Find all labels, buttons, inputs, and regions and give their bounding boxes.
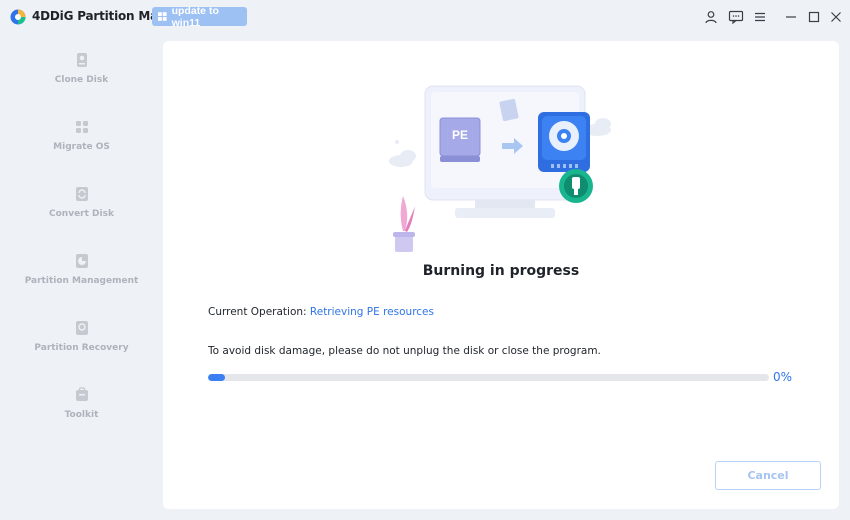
pe-label: PE (452, 128, 468, 142)
minimize-icon[interactable] (783, 9, 799, 25)
convert-disk-icon (75, 187, 88, 201)
progress-bar (208, 374, 769, 381)
sidebar-item-label: Migrate OS (53, 142, 110, 152)
burning-illustration: PE (389, 85, 611, 252)
operation-label: Current Operation: (208, 306, 310, 318)
sidebar-item-convert-disk[interactable]: Convert Disk (0, 185, 163, 235)
toolkit-icon (75, 387, 88, 401)
sidebar-item-migrate-os[interactable]: Migrate OS (0, 118, 163, 168)
title-bar: 4DDiG Partition Manager update to win11 (0, 0, 850, 34)
sidebar-item-partition-recovery[interactable]: Partition Recovery (0, 319, 163, 369)
sidebar-item-clone-disk[interactable]: Clone Disk (0, 51, 163, 101)
progress-fill (208, 374, 225, 381)
cloud-icon (389, 150, 416, 167)
progress-percent: 0% (773, 370, 793, 384)
main-panel: PE Burning in progress Current Operation… (163, 41, 839, 509)
current-operation: Current Operation: Retrieving PE resourc… (208, 306, 434, 318)
feedback-icon[interactable] (728, 9, 744, 25)
partition-management-icon (75, 254, 88, 268)
maximize-icon[interactable] (806, 9, 822, 25)
update-label: update to win11 (171, 4, 219, 29)
windows-icon (158, 12, 167, 21)
sidebar-item-label: Convert Disk (49, 209, 114, 219)
sidebar-item-toolkit[interactable]: Toolkit (0, 386, 163, 436)
sidebar: Clone Disk Migrate OS Convert Disk Parti… (0, 34, 163, 520)
sidebar-item-label: Partition Management (24, 276, 139, 286)
menu-icon[interactable] (752, 9, 768, 25)
clone-disk-icon (76, 53, 87, 67)
close-icon[interactable] (828, 9, 844, 25)
sidebar-item-label: Toolkit (64, 410, 99, 420)
page-title: Burning in progress (422, 263, 580, 279)
cancel-button[interactable]: Cancel (715, 461, 821, 490)
partition-recovery-icon (75, 321, 88, 335)
sidebar-item-partition-management[interactable]: Partition Management (0, 252, 163, 302)
account-icon[interactable] (703, 9, 719, 25)
warning-message: To avoid disk damage, please do not unpl… (208, 345, 601, 357)
migrate-os-icon (75, 121, 88, 133)
update-to-win11-button[interactable]: update to win11 (152, 4, 247, 29)
sidebar-item-label: Partition Recovery (34, 343, 129, 353)
sidebar-item-label: Clone Disk (54, 75, 109, 85)
app-logo-icon (10, 9, 26, 25)
operation-value: Retrieving PE resources (309, 306, 434, 318)
